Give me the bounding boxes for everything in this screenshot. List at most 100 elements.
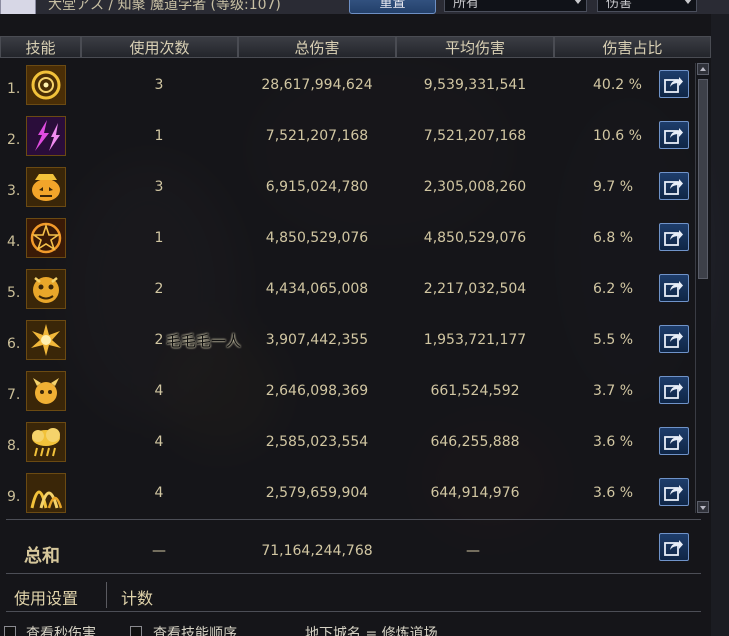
table-row[interactable]: 1. 3 28,617,994,624 9,539,331,541 40.2 % <box>0 63 711 114</box>
row-damage-share: 3.6 % <box>593 485 634 501</box>
row-damage-share: 5.5 % <box>593 332 634 348</box>
row-uses: 4 <box>154 434 164 450</box>
skill-icon-burst <box>26 320 66 360</box>
row-share-button[interactable] <box>659 478 689 506</box>
row-avg-damage: 7,521,207,168 <box>423 128 527 144</box>
share-icon <box>664 77 683 93</box>
row-uses: 1 <box>154 128 164 144</box>
row-rank: 3. <box>7 183 21 199</box>
row-rank: 1. <box>7 81 21 97</box>
scroll-up-arrow-icon[interactable] <box>697 63 709 75</box>
row-avg-damage: 4,850,529,076 <box>423 230 527 246</box>
title-bar: 大堂アス / 知聚 魔道学者 (等级:107) 重置 所有 伤害 <box>0 0 729 14</box>
chevron-down-icon <box>684 0 692 4</box>
row-share-button[interactable] <box>659 427 689 455</box>
column-header-share[interactable]: 伤害占比 <box>554 36 711 58</box>
row-total-damage: 28,617,994,624 <box>261 77 373 93</box>
divider <box>6 611 701 612</box>
row-rank: 6. <box>7 336 21 352</box>
table-row[interactable]: 5. 2 4,434,065,008 2,217,032,504 6.2 % <box>0 267 711 318</box>
tab-settings[interactable]: 使用设置 <box>14 585 78 609</box>
skill-icon-cloud <box>26 422 66 462</box>
row-damage-share: 40.2 % <box>593 77 642 93</box>
share-icon <box>664 434 683 450</box>
row-share-button[interactable] <box>659 121 689 149</box>
row-avg-damage: 646,255,888 <box>430 434 520 450</box>
scroll-thumb[interactable] <box>698 79 708 279</box>
share-icon <box>664 485 683 501</box>
bottom-tabs: 使用设置 计数 <box>0 580 711 610</box>
total-damage: 71,164,244,768 <box>261 543 373 559</box>
table-row[interactable]: 8. 4 2,585,023,554 646,255,888 3.6 % <box>0 420 711 471</box>
share-icon <box>664 540 683 556</box>
avatar <box>0 0 36 14</box>
share-icon <box>664 332 683 348</box>
share-icon <box>664 383 683 399</box>
filter-select-value: 所有 <box>453 0 480 11</box>
share-icon <box>664 128 683 144</box>
divider <box>6 573 701 574</box>
row-damage-share: 9.7 % <box>593 179 634 195</box>
total-share-button[interactable] <box>659 533 689 561</box>
row-uses: 4 <box>154 383 164 399</box>
share-icon <box>664 281 683 297</box>
tab-count[interactable]: 计数 <box>121 585 153 609</box>
row-share-button[interactable] <box>659 172 689 200</box>
row-share-button[interactable] <box>659 325 689 353</box>
row-rank: 2. <box>7 132 21 148</box>
filter-select-all[interactable]: 所有 <box>444 0 587 12</box>
scrollbar[interactable] <box>695 63 710 513</box>
character-title: 大堂アス / 知聚 魔道学者 (等级:107) <box>48 0 281 13</box>
skill-icon-ghost <box>26 371 66 411</box>
row-share-button[interactable] <box>659 70 689 98</box>
table-row[interactable]: 9. 4 2,579,659,904 644,914,976 3.6 % <box>0 471 711 522</box>
row-damage-share: 6.2 % <box>593 281 634 297</box>
checkbox-skill-order[interactable] <box>130 626 142 636</box>
total-uses: — <box>152 543 166 559</box>
dungeon-name: 地下城名 = 修炼道场 <box>305 626 438 636</box>
filter-select-type[interactable]: 伤害 <box>597 0 697 12</box>
column-header-uses[interactable]: 使用次数 <box>81 36 238 58</box>
row-total-damage: 7,521,207,168 <box>265 128 369 144</box>
share-icon <box>664 230 683 246</box>
checkbox-dps[interactable] <box>4 626 16 636</box>
row-share-button[interactable] <box>659 376 689 404</box>
reset-button[interactable]: 重置 <box>349 0 436 14</box>
row-rank: 5. <box>7 285 21 301</box>
row-share-button[interactable] <box>659 223 689 251</box>
row-uses: 2 <box>154 281 164 297</box>
checkbox-dps-label: 查看秒伤害 <box>26 626 96 636</box>
column-header-skill[interactable]: 技能 <box>0 36 81 58</box>
row-rank: 7. <box>7 387 21 403</box>
table-row[interactable]: 3. 3 6,915,024,780 2,305,008,260 9.7 % <box>0 165 711 216</box>
table-row[interactable]: 7. 4 2,646,098,369 661,524,592 3.7 % <box>0 369 711 420</box>
table-row[interactable]: 4. 1 4,850,529,076 4,850,529,076 6.8 % <box>0 216 711 267</box>
row-rank: 9. <box>7 489 21 505</box>
column-header-total[interactable]: 总伤害 <box>238 36 396 58</box>
skill-icon-magic-circle <box>26 218 66 258</box>
row-rank: 4. <box>7 234 21 250</box>
row-avg-damage: 1,953,721,177 <box>423 332 527 348</box>
chevron-down-icon <box>574 0 582 4</box>
row-damage-share: 3.7 % <box>593 383 634 399</box>
table-row[interactable]: 2. 1 7,521,207,168 7,521,207,168 10.6 % <box>0 114 711 165</box>
row-share-button[interactable] <box>659 274 689 302</box>
scroll-down-arrow-icon[interactable] <box>697 501 709 513</box>
row-uses: 3 <box>154 179 164 195</box>
skill-icon-beast <box>26 269 66 309</box>
footer-options: 查看秒伤害 查看技能顺序 地下城名 = 修炼道场 <box>0 622 711 636</box>
row-avg-damage: 644,914,976 <box>430 485 520 501</box>
row-avg-damage: 2,217,032,504 <box>423 281 527 297</box>
divider <box>6 519 701 520</box>
column-header-avg[interactable]: 平均伤害 <box>396 36 554 58</box>
table-row[interactable]: 6. 2 3,907,442,355 1,953,721,177 5.5 % <box>0 318 711 369</box>
row-total-damage: 4,434,065,008 <box>265 281 369 297</box>
row-avg-damage: 9,539,331,541 <box>423 77 527 93</box>
tab-divider <box>106 582 107 608</box>
overlay-text: 毛毛毛一人 <box>166 332 242 350</box>
skill-icon-arches <box>26 473 66 513</box>
skill-icon-pumpkin <box>26 167 66 207</box>
row-damage-share: 6.8 % <box>593 230 634 246</box>
skill-icon-lightning <box>26 116 66 156</box>
row-total-damage: 2,646,098,369 <box>265 383 369 399</box>
